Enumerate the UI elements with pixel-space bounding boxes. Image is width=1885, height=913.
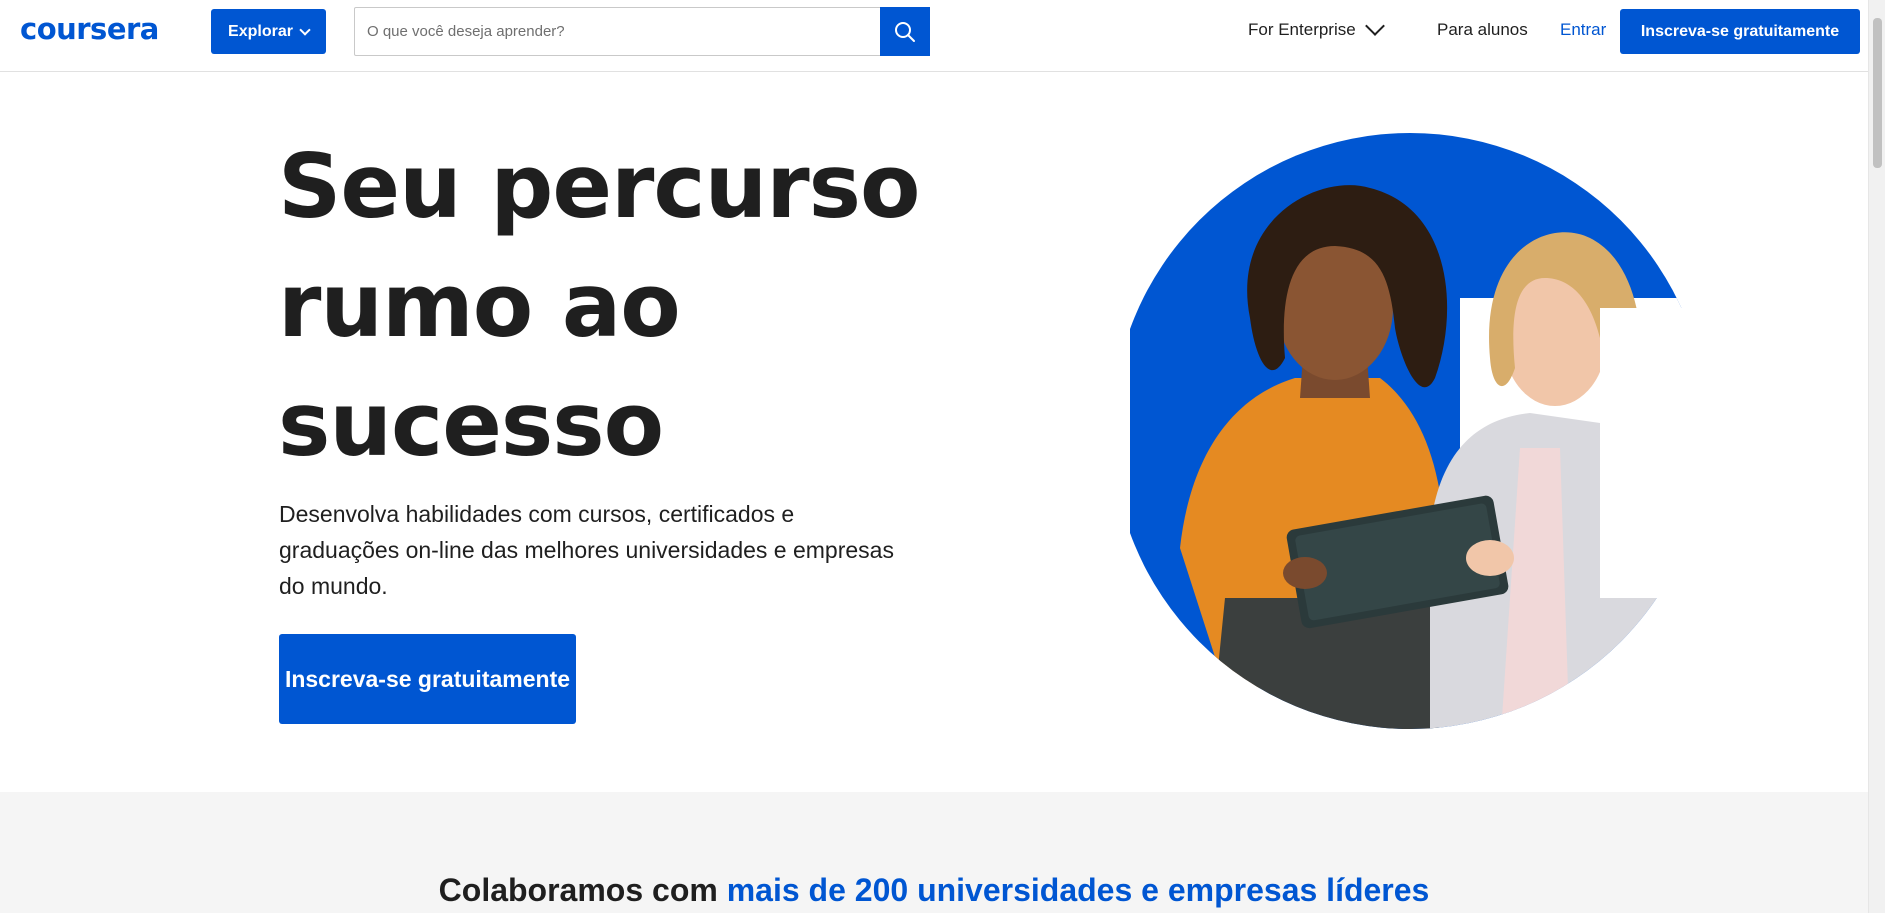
scrollbar-thumb[interactable]: [1873, 18, 1882, 168]
for-enterprise-menu[interactable]: For Enterprise: [1248, 16, 1385, 40]
hero-image: [1130, 133, 1690, 729]
search-box: [354, 7, 930, 56]
hero-title: Seu percurso rumo ao sucesso: [278, 135, 920, 476]
signup-button-header[interactable]: Inscreva-se gratuitamente: [1620, 9, 1860, 54]
hero-description: Desenvolva habilidades com cursos, certi…: [279, 501, 894, 599]
explore-label: Explorar: [228, 22, 293, 40]
search-button[interactable]: [880, 7, 930, 56]
chevron-down-icon: [299, 23, 311, 36]
students-link[interactable]: Para alunos: [1437, 20, 1528, 40]
search-icon: [895, 21, 915, 42]
for-enterprise-label: For Enterprise: [1248, 20, 1356, 39]
signup-button-hero[interactable]: Inscreva-se gratuitamente: [279, 634, 576, 724]
coursera-logo[interactable]: coursera: [20, 12, 159, 46]
explore-button[interactable]: Explorar: [211, 9, 326, 54]
partners-heading: Colaboramos com mais de 200 universidade…: [0, 872, 1868, 909]
page-scrollbar[interactable]: [1868, 0, 1885, 913]
partners-heading-prefix: Colaboramos com: [438, 872, 727, 908]
top-navigation-bar: coursera Explorar For Enterprise Para al…: [0, 0, 1868, 72]
partners-heading-highlight[interactable]: mais de 200 universidades e empresas líd…: [727, 872, 1430, 908]
login-link[interactable]: Entrar: [1560, 20, 1606, 40]
chevron-down-icon: [1364, 16, 1385, 36]
search-input[interactable]: [355, 8, 929, 55]
